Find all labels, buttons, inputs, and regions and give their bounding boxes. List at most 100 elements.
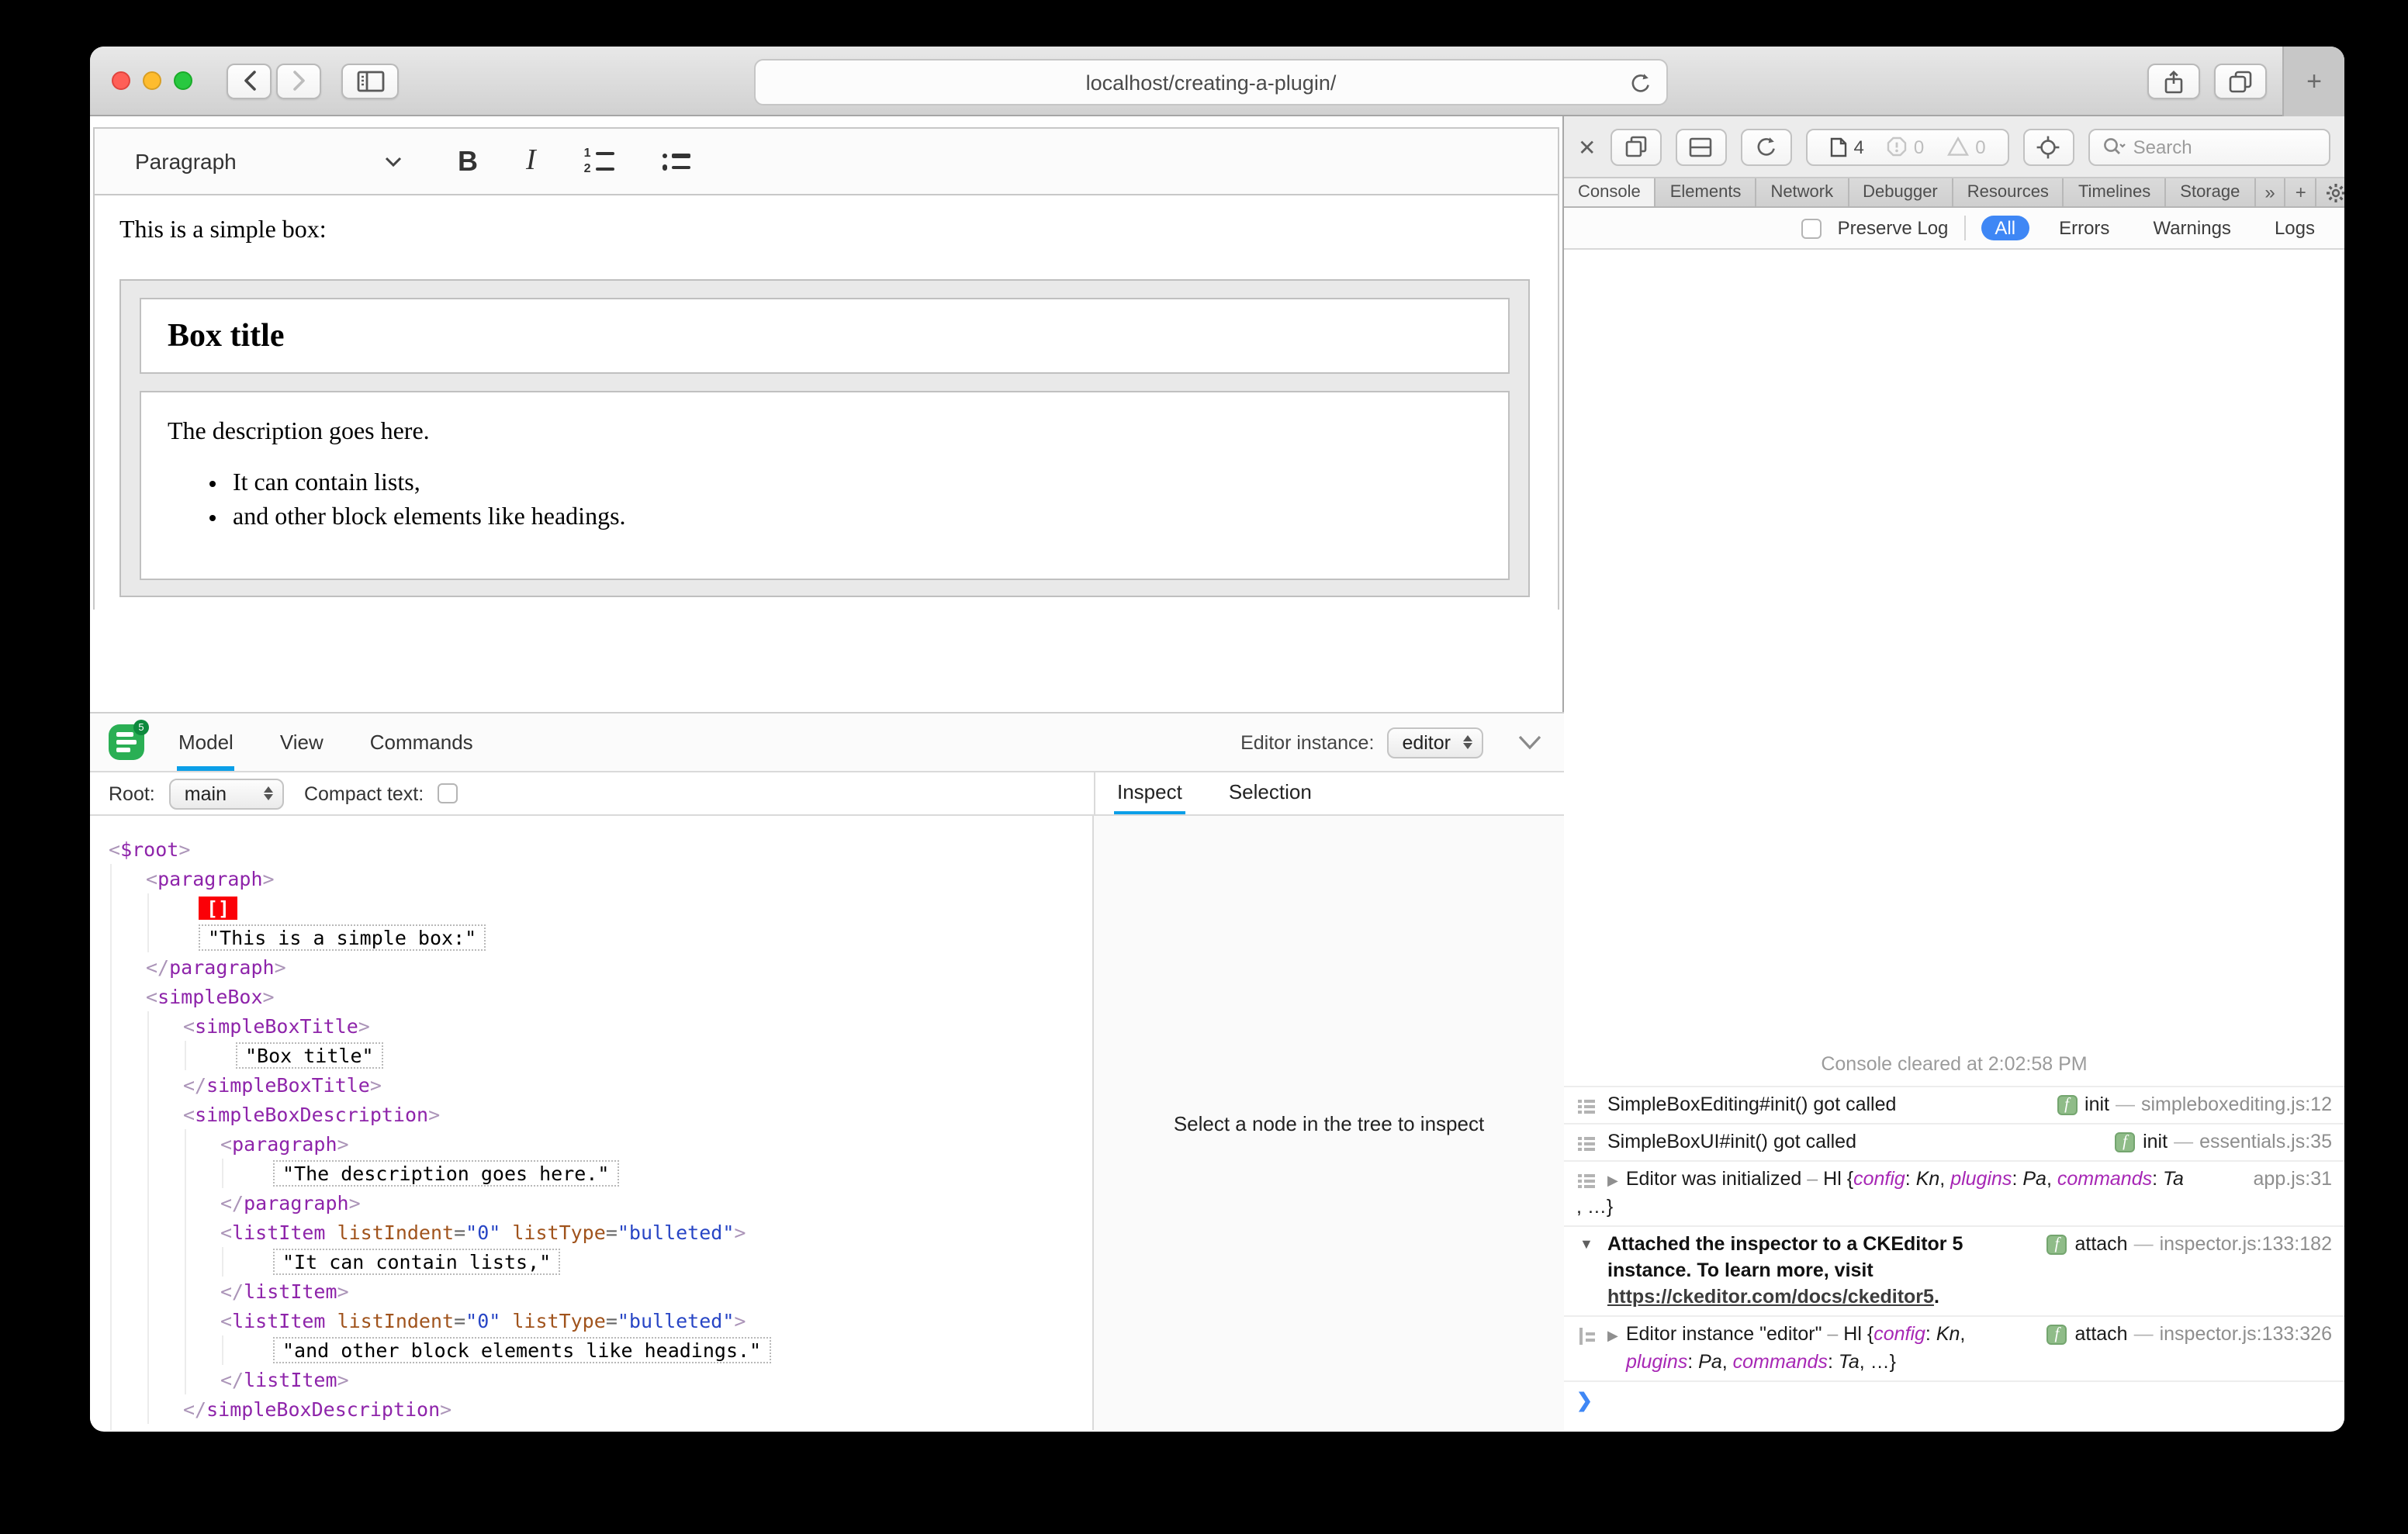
inspector-tab-commands[interactable]: Commands (368, 713, 475, 771)
ckeditor-inspector: 5 Model View Commands Editor instance: edi… (90, 712, 1564, 1430)
inspector-tabs: Model View Commands (177, 713, 518, 771)
console-scope-logs[interactable]: Logs (2261, 216, 2329, 240)
ckeditor-logo-icon: 5 (109, 720, 149, 760)
panel-tab-inspect[interactable]: Inspect (1114, 772, 1185, 814)
error-count: 0 (1887, 136, 1924, 157)
back-button[interactable] (227, 63, 272, 98)
close-window-button[interactable] (112, 71, 130, 90)
source-location-link[interactable]: inspector.js:133:182 (2160, 1232, 2332, 1258)
close-devtools-button[interactable]: ✕ (1578, 136, 1596, 157)
model-element-node[interactable]: < $root > < paragraph >[] "This is a simple bo… (109, 834, 1092, 1430)
root-select[interactable]: main (168, 778, 284, 809)
minimize-window-button[interactable] (143, 71, 161, 90)
console-entry[interactable]: ▶ Editor was initialized – Hl {config: Kn… (1564, 1160, 2344, 1225)
panel-tab-selection[interactable]: Selection (1226, 772, 1315, 814)
paragraph-style-dropdown[interactable]: Paragraph (135, 149, 402, 174)
description-bullet[interactable]: It can contain lists, (233, 470, 1508, 498)
model-element-node[interactable]: < simpleBoxTitle > "Box title" </simpleBoxTi… (183, 1011, 1092, 1100)
model-text-node[interactable]: "Box title" (220, 1041, 1092, 1070)
disclosure-collapsed-icon[interactable]: ▶ (1607, 1328, 1618, 1343)
source-location-link[interactable]: app.js:31 (2254, 1166, 2332, 1193)
console-scope-warnings[interactable]: Warnings (2139, 216, 2245, 240)
zoom-window-button[interactable] (174, 71, 192, 90)
reload-button[interactable] (1629, 71, 1652, 96)
inspector-tab-view[interactable]: View (279, 713, 325, 771)
model-text-node[interactable]: "This is a simple box:" (183, 923, 1092, 952)
devtools-tab-resources[interactable]: Resources (1953, 178, 2064, 206)
box-description-field[interactable]: The description goes here. It can contai… (140, 391, 1510, 580)
console-entry[interactable]: ▶ Editor instance "editor" – Hl {config: … (1564, 1315, 2344, 1380)
console-entry[interactable]: SimpleBoxEditing#init() got called f init —… (1564, 1086, 2344, 1123)
devtools-tab-timelines[interactable]: Timelines (2064, 178, 2167, 206)
share-button[interactable] (2147, 64, 2200, 99)
description-list: It can contain lists, and other block ele… (168, 470, 1508, 532)
simple-box-widget[interactable]: Box title The description goes here. It … (119, 279, 1530, 597)
devtools-tab-elements[interactable]: Elements (1656, 178, 1757, 206)
model-element-node[interactable]: < simpleBoxDescription > < paragraph > "The de… (183, 1100, 1092, 1424)
model-element-node[interactable]: < paragraph > "The description goes here." <… (220, 1129, 1092, 1218)
bulleted-list-button[interactable] (662, 153, 691, 170)
devtools-search-field[interactable]: Search (2088, 128, 2330, 165)
model-text-node[interactable]: "and other block elements like headings.… (258, 1335, 1092, 1365)
intro-paragraph[interactable]: This is a simple box: (119, 217, 1558, 245)
window-controls (112, 71, 192, 90)
console-entry[interactable]: SimpleBoxUI#init() got called f init — essen… (1564, 1123, 2344, 1160)
log-icon (1578, 1135, 1595, 1152)
model-element-node[interactable]: < simpleBox > < simpleBoxTitle > "Box title" </… (146, 982, 1092, 1430)
bold-button[interactable]: B (458, 145, 478, 178)
log-icon (1578, 1172, 1595, 1189)
model-tree[interactable]: < $root > < paragraph >[] "This is a simple bo… (90, 816, 1094, 1430)
editor-instance-select[interactable]: editor (1386, 727, 1483, 758)
compact-text-label: Compact text: (303, 783, 424, 804)
console-scope-errors[interactable]: Errors (2045, 216, 2123, 240)
description-bullet[interactable]: and other block elements like headings. (233, 504, 1508, 532)
editor-instance-label: Editor instance: (1240, 731, 1375, 753)
add-tab-button[interactable]: + (2286, 178, 2317, 206)
search-icon (2103, 138, 2126, 154)
tab-overflow-button[interactable]: » (2255, 178, 2286, 206)
forward-button[interactable] (276, 63, 321, 98)
collapse-inspector-button[interactable] (1517, 734, 1542, 750)
disclosure-open-icon[interactable]: ▼ (1579, 1232, 1593, 1258)
description-paragraph[interactable]: The description goes here. (168, 419, 1508, 447)
console-prompt[interactable]: ❯ (1564, 1380, 2344, 1430)
model-element-node[interactable]: < listItem listIndent = "0" listType = "bulle… (220, 1306, 1092, 1394)
copy-windows-icon (1625, 136, 1646, 157)
source-location-link[interactable]: essentials.js:35 (2199, 1129, 2332, 1156)
devtools-settings-button[interactable] (2317, 178, 2344, 206)
devtools-tab-console[interactable]: Console (1564, 178, 1656, 206)
warning-triangle-icon (1947, 136, 1970, 156)
model-text-node[interactable]: "The description goes here." (258, 1159, 1092, 1188)
preserve-log-checkbox[interactable] (1801, 218, 1822, 238)
dock-devtools-button[interactable] (1675, 128, 1727, 165)
source-location-link[interactable]: simpleboxediting.js:12 (2141, 1092, 2332, 1118)
console-scope-all[interactable]: All (1981, 216, 2030, 240)
editor-content[interactable]: This is a simple box: Box title The desc… (95, 217, 1558, 630)
devtools-tab-debugger[interactable]: Debugger (1849, 178, 1953, 206)
inspector-tab-model[interactable]: Model (177, 713, 235, 771)
disclosure-collapsed-icon[interactable]: ▶ (1607, 1173, 1618, 1188)
model-element-node[interactable]: < paragraph >[] "This is a simple box:" </pa… (146, 864, 1092, 982)
model-element-node[interactable]: < listItem listIndent = "0" listType = "bulle… (220, 1218, 1092, 1306)
box-title-field[interactable]: Box title (140, 298, 1510, 374)
resource-status-group[interactable]: 4 0 0 (1805, 128, 2009, 165)
model-selection-marker[interactable]: [] (183, 893, 1092, 923)
numbered-list-button[interactable]: 1 2 (584, 147, 614, 174)
address-bar[interactable]: localhost/creating-a-plugin/ (754, 59, 1668, 105)
element-picker-button[interactable] (2022, 128, 2074, 165)
devtools-tab-network[interactable]: Network (1756, 178, 1849, 206)
share-icon (2164, 69, 2183, 93)
detach-devtools-button[interactable] (1610, 128, 1662, 165)
url-text: localhost/creating-a-plugin/ (1085, 71, 1337, 94)
italic-button[interactable]: I (526, 144, 536, 178)
source-location-link[interactable]: inspector.js:133:326 (2160, 1322, 2332, 1348)
console-entry[interactable]: ▼ Attached the inspector to a CKEditor 5i… (1564, 1225, 2344, 1315)
devtools-tab-storage[interactable]: Storage (2166, 178, 2256, 206)
paragraph-style-label: Paragraph (135, 149, 237, 174)
model-text-node[interactable]: "It can contain lists," (258, 1247, 1092, 1277)
compact-text-checkbox[interactable] (438, 783, 458, 803)
reload-page-button[interactable] (1740, 128, 1792, 165)
sidebar-toggle-button[interactable] (341, 63, 399, 98)
new-tab-button[interactable]: + (2282, 47, 2344, 116)
show-tabs-button[interactable] (2214, 64, 2267, 99)
